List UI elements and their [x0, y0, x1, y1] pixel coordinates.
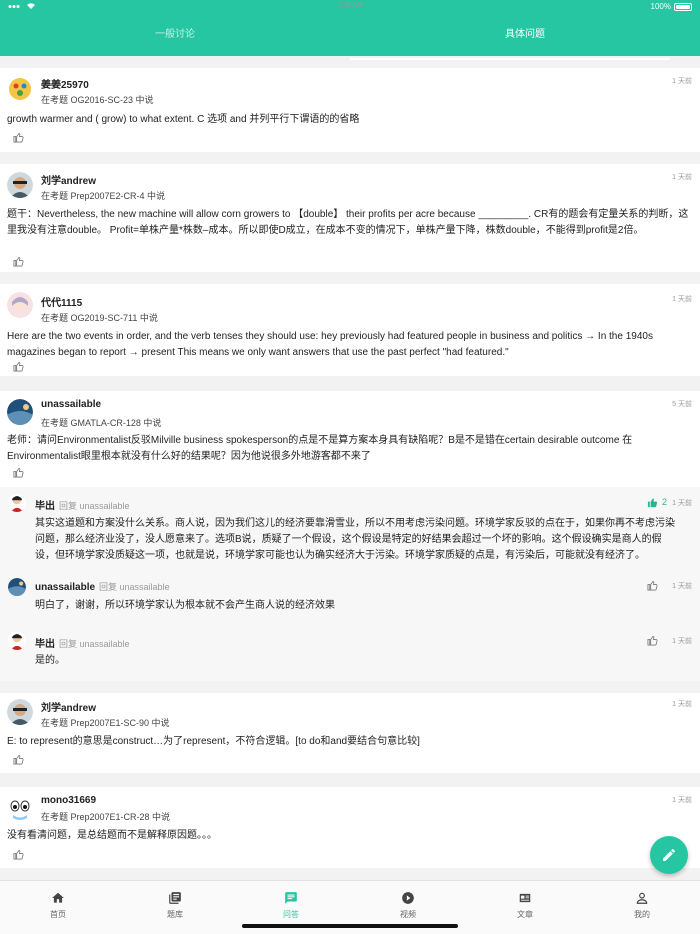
post-time: 1 天前	[672, 174, 692, 181]
thumbs-up-icon[interactable]	[647, 635, 658, 646]
username[interactable]: unassailable	[41, 399, 101, 410]
status-time: 7:35 AM	[337, 2, 363, 9]
reply-body: 明白了，谢谢，所以环境学家认为根本就不会产生商人说的经济效果	[35, 600, 335, 611]
tab-general-discussion[interactable]: 一般讨论	[0, 14, 350, 56]
tab-specific-questions[interactable]: 具体问题	[350, 14, 700, 56]
post-body: 题干：Nevertheless, the new machine will al…	[7, 209, 689, 236]
avatar[interactable]	[7, 76, 33, 102]
thumbs-up-icon[interactable]	[647, 580, 658, 591]
thumbs-up-icon[interactable]	[13, 132, 24, 143]
post-body: Here are the two events in order, and th…	[7, 331, 653, 358]
top-tab-bar: 一般讨论 具体问题	[0, 14, 700, 60]
thumbs-up-icon[interactable]	[13, 467, 24, 478]
nav-question-bank[interactable]: 题库	[117, 881, 233, 934]
reply-to-label: 回复 unassailable	[59, 639, 130, 649]
thumbs-up-icon[interactable]	[13, 256, 24, 267]
avatar[interactable]	[8, 578, 26, 596]
question-reference[interactable]: 在考题 Prep2007E1-SC-90 中说	[41, 716, 170, 729]
avatar[interactable]	[7, 399, 33, 425]
thumbs-up-icon[interactable]	[13, 754, 24, 765]
avatar[interactable]	[7, 699, 33, 725]
thumbs-up-icon[interactable]	[13, 849, 24, 860]
question-reference[interactable]: 在考题 Prep2007E2-CR-4 中说	[41, 189, 165, 202]
reply-list: 毕出 回复 unassailable 2 1 天前 其实这道题和方案没什么关系。商…	[0, 487, 700, 681]
thumbs-up-icon[interactable]	[647, 497, 658, 508]
reply-body: 其实这道题和方案没什么关系。商人说，因为我们这儿的经济要靠滑雪业，所以不用考虑污…	[35, 518, 675, 561]
username[interactable]: mono31669	[41, 795, 96, 806]
nav-label: 我的	[634, 910, 650, 919]
avatar[interactable]	[7, 795, 33, 821]
question-reference[interactable]: 在考题 OG2016-SC-23 中说	[41, 93, 154, 106]
battery-percent: 100%	[650, 2, 671, 11]
nav-label: 视频	[400, 910, 416, 919]
post-body: growth warmer and ( grow) to what extent…	[7, 114, 360, 125]
pencil-icon	[663, 848, 676, 861]
reply-body: 是的。	[35, 655, 65, 666]
like-count: 2	[661, 497, 667, 507]
avatar[interactable]	[7, 172, 33, 198]
post-card: 代代1115 在考题 OG2019-SC-711 中说 1 天前 Here ar…	[0, 284, 700, 376]
username[interactable]: 代代1115	[41, 294, 82, 309]
post-card: mono31669 在考题 Prep2007E1-CR-28 中说 1 天前 没…	[0, 787, 700, 868]
post-card: 姜姜25970 在考题 OG2016-SC-23 中说 1 天前 growth …	[0, 68, 700, 152]
battery-icon	[674, 2, 692, 11]
post-time: 1 天前	[672, 78, 692, 85]
username[interactable]: 刘学andrew	[41, 172, 96, 187]
reply-time: 1 天前	[672, 500, 692, 507]
reply-username[interactable]: 毕出 回复 unassailable	[35, 497, 130, 512]
nav-articles[interactable]: 文章	[467, 881, 583, 934]
home-indicator[interactable]	[242, 924, 458, 928]
library-icon	[169, 892, 181, 904]
nav-label: 文章	[517, 910, 533, 919]
play-icon	[402, 892, 414, 904]
reply-username[interactable]: unassailable 回复 unassailable	[35, 580, 170, 593]
nav-label: 题库	[167, 910, 183, 919]
question-feed[interactable]: 姜姜25970 在考题 OG2016-SC-23 中说 1 天前 growth …	[0, 56, 700, 880]
status-bar: 7:35 AM 100%	[0, 0, 700, 14]
person-icon	[636, 892, 648, 904]
post-card: 刘学andrew 在考题 Prep2007E2-CR-4 中说 1 天前 题干：…	[0, 164, 700, 272]
reply-to-label: 回复 unassailable	[59, 501, 130, 511]
post-card: 刘学andrew 在考题 Prep2007E1-SC-90 中说 1 天前 E:…	[0, 693, 700, 773]
nav-label: 问答	[283, 910, 299, 919]
avatar[interactable]	[8, 494, 26, 512]
post-time: 1 天前	[672, 701, 692, 708]
post-time: 1 天前	[672, 797, 692, 804]
post-time: 5 天前	[672, 401, 692, 408]
post-card: unassailable 在考题 GMATLA-CR-128 中说 5 天前 老…	[0, 391, 700, 681]
avatar[interactable]	[7, 292, 33, 318]
username[interactable]: 姜姜25970	[41, 76, 89, 91]
nav-home[interactable]: 首页	[0, 881, 116, 934]
username[interactable]: 刘学andrew	[41, 699, 96, 714]
post-time: 1 天前	[672, 296, 692, 303]
post-body: 老师：请问Environmentalist反驳Milville business…	[7, 435, 633, 462]
nav-profile[interactable]: 我的	[584, 881, 700, 934]
article-icon	[519, 893, 531, 903]
reply-time: 1 天前	[672, 583, 692, 590]
reply-to-label: 回复 unassailable	[99, 582, 170, 592]
question-reference[interactable]: 在考题 Prep2007E1-CR-28 中说	[41, 810, 170, 823]
nav-label: 首页	[50, 910, 66, 919]
home-icon	[52, 892, 64, 903]
post-body: 没有看清问题，是总结题而不是解释原因题。。。	[7, 830, 217, 841]
question-reference[interactable]: 在考题 GMATLA-CR-128 中说	[41, 416, 161, 429]
reply-time: 1 天前	[672, 638, 692, 645]
avatar[interactable]	[8, 632, 26, 650]
question-reference[interactable]: 在考题 OG2019-SC-711 中说	[41, 311, 158, 324]
thumbs-up-icon[interactable]	[13, 361, 24, 372]
compose-button[interactable]	[650, 836, 688, 874]
chat-icon	[285, 892, 297, 904]
reply-username[interactable]: 毕出 回复 unassailable	[35, 635, 130, 650]
post-body: E: to represent的意思是construct…为了represent…	[7, 736, 420, 747]
